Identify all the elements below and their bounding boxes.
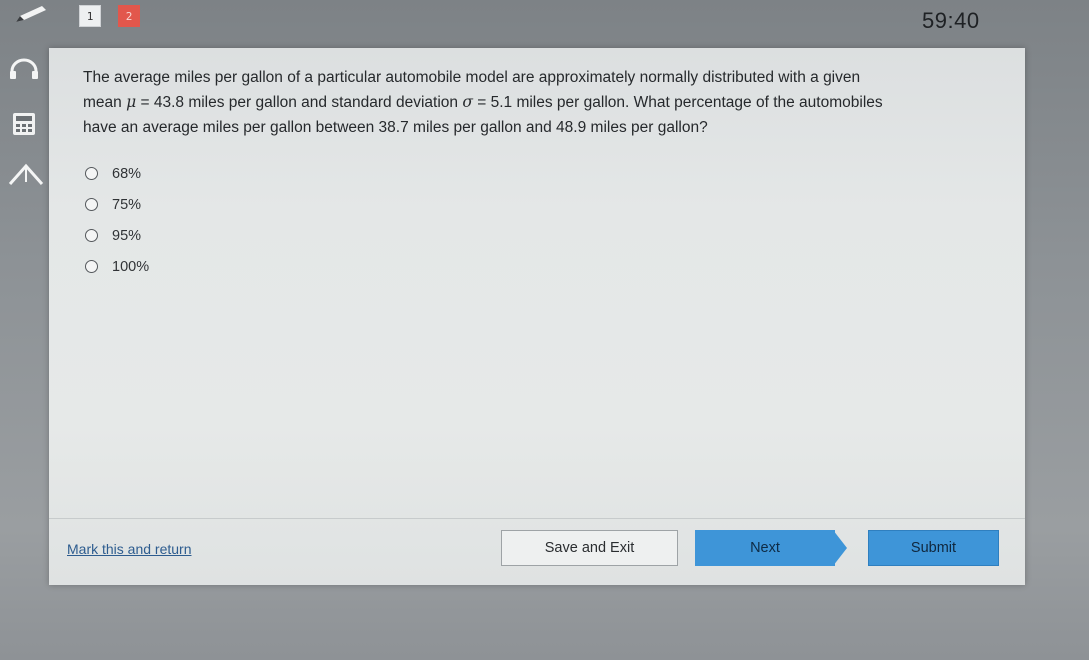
option-label: 68% bbox=[112, 165, 142, 182]
question-line-1: The average miles per gallon of a partic… bbox=[83, 69, 861, 86]
next-arrow-icon bbox=[833, 530, 847, 566]
radio-button[interactable] bbox=[85, 260, 98, 273]
top-bar: 1 2 59:40 bbox=[0, 0, 1089, 45]
submit-button[interactable]: Submit bbox=[868, 530, 999, 566]
radio-button[interactable] bbox=[85, 198, 98, 211]
radio-button[interactable] bbox=[85, 167, 98, 180]
calculator-icon[interactable] bbox=[12, 112, 36, 136]
option-label: 95% bbox=[112, 227, 142, 244]
radio-button[interactable] bbox=[85, 229, 98, 242]
save-and-exit-button[interactable]: Save and Exit bbox=[501, 530, 678, 566]
question-line-3: have an average miles per gallon between… bbox=[83, 119, 708, 136]
mark-and-return-link[interactable]: Mark this and return bbox=[67, 541, 192, 557]
pencil-icon[interactable] bbox=[14, 4, 48, 24]
question-text: The average miles per gallon of a partic… bbox=[83, 65, 1019, 140]
countdown-timer: 59:40 bbox=[922, 8, 980, 33]
arrow-up-icon[interactable] bbox=[8, 162, 44, 186]
footer-divider bbox=[49, 518, 1025, 519]
option-95[interactable]: 95% bbox=[85, 220, 149, 251]
option-label: 75% bbox=[112, 196, 142, 213]
next-button[interactable]: Next bbox=[695, 530, 847, 566]
option-100[interactable]: 100% bbox=[85, 251, 149, 282]
question-panel: The average miles per gallon of a partic… bbox=[49, 48, 1025, 585]
mu-symbol: μ bbox=[126, 93, 137, 111]
answer-options: 68% 75% 95% 100% bbox=[85, 158, 149, 282]
option-label: 100% bbox=[112, 258, 150, 275]
option-75[interactable]: 75% bbox=[85, 189, 149, 220]
test-screen: 1 2 59:40 The average miles per gallon o… bbox=[0, 0, 1089, 660]
question-line-2: mean μ = 43.8 miles per gallon and stand… bbox=[83, 93, 883, 111]
headphones-icon[interactable] bbox=[8, 58, 40, 80]
question-nav-2[interactable]: 2 bbox=[118, 5, 140, 27]
sigma-symbol: σ bbox=[462, 93, 473, 111]
option-68[interactable]: 68% bbox=[85, 158, 149, 189]
question-nav-1[interactable]: 1 bbox=[79, 5, 101, 27]
